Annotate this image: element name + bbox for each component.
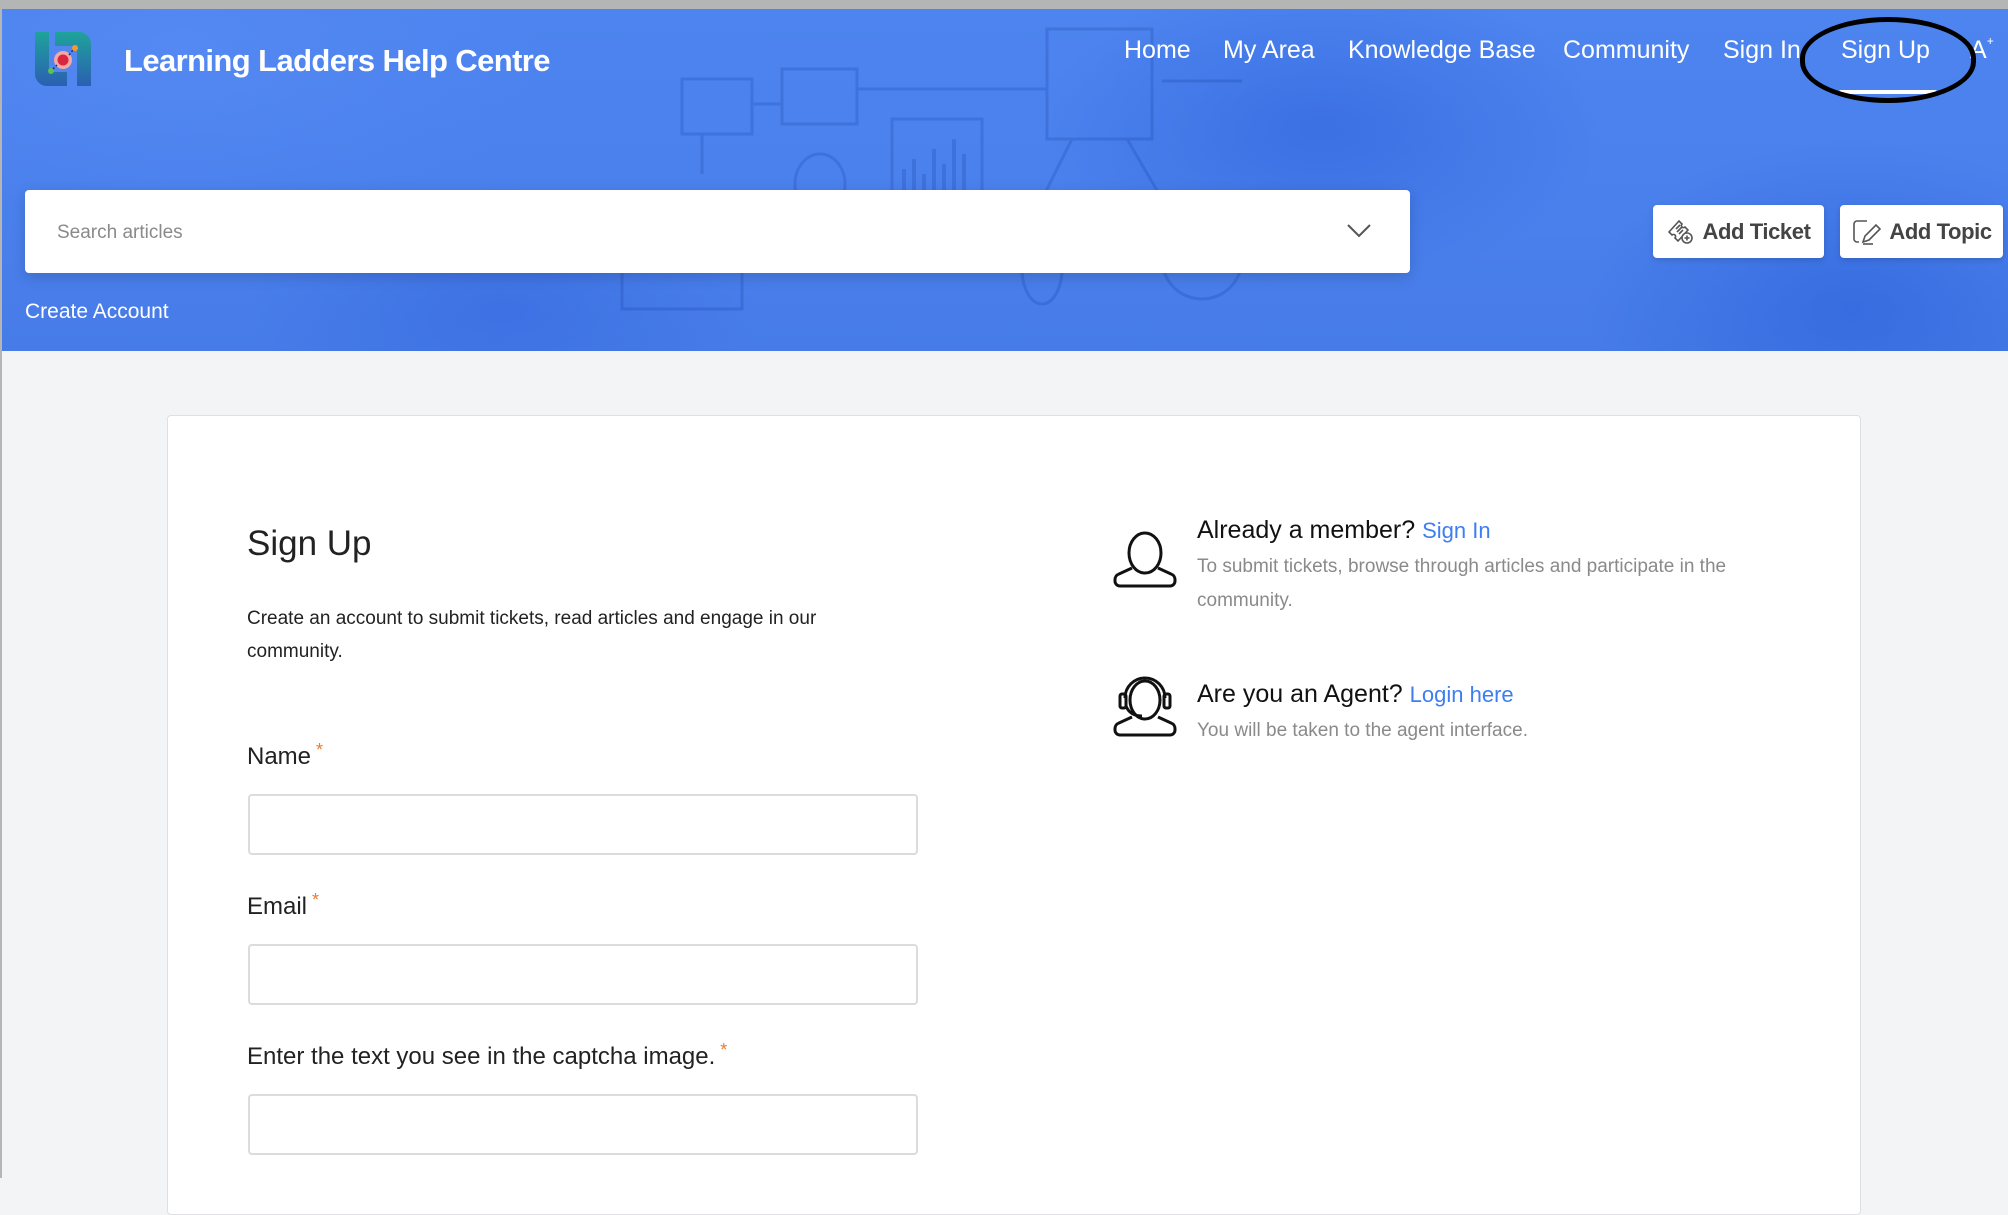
required-marker: * <box>720 1040 728 1060</box>
window-top-bar <box>0 0 2008 9</box>
sign-in-link[interactable]: Sign In <box>1422 518 1491 543</box>
captcha-label-text: Enter the text you see in the captcha im… <box>247 1043 716 1070</box>
add-ticket-button[interactable]: Add Ticket <box>1653 205 1824 258</box>
breadcrumb-create-account: Create Account <box>25 300 169 323</box>
font-size-icon-letter: A <box>1970 36 1987 64</box>
member-heading: Already a member? Sign In <box>1197 516 1491 545</box>
add-topic-label: Add Topic <box>1889 218 1992 244</box>
email-label-text: Email <box>247 893 308 920</box>
captcha-label: Enter the text you see in the captcha im… <box>247 1040 728 1071</box>
required-marker: * <box>316 740 324 760</box>
required-marker: * <box>312 890 320 910</box>
nav-sign-in[interactable]: Sign In <box>1723 36 1805 65</box>
nav-home[interactable]: Home <box>1124 36 1191 65</box>
font-size-toggle[interactable]: A+ <box>1970 33 1994 65</box>
nav-community[interactable]: Community <box>1563 36 1689 65</box>
window-left-border <box>0 0 2 1178</box>
nav-my-area[interactable]: My Area <box>1223 36 1315 65</box>
name-label-text: Name <box>247 743 312 770</box>
font-size-icon-plus: + <box>1986 33 1994 48</box>
agent-login-link[interactable]: Login here <box>1410 682 1514 707</box>
main-nav: Home My Area Knowledge Base Community Si… <box>0 36 2008 76</box>
nav-active-underline <box>1839 90 1937 94</box>
captcha-field[interactable] <box>248 1094 918 1155</box>
ticket-add-icon <box>1668 219 1694 244</box>
nav-sign-up[interactable]: Sign Up <box>1841 36 1930 65</box>
agent-heading: Are you an Agent? Login here <box>1197 680 1514 709</box>
page-title: Sign Up <box>247 524 372 563</box>
nav-knowledge-base[interactable]: Knowledge Base <box>1348 36 1536 65</box>
user-icon <box>1113 531 1177 588</box>
chevron-down-icon[interactable] <box>1345 220 1373 242</box>
email-field[interactable] <box>248 944 918 1005</box>
signup-description: Create an account to submit tickets, rea… <box>247 608 817 662</box>
add-topic-button[interactable]: Add Topic <box>1840 205 2003 258</box>
add-ticket-label: Add Ticket <box>1702 218 1811 244</box>
agent-heading-text: Are you an Agent? <box>1197 680 1403 708</box>
agent-description: You will be taken to the agent interface… <box>1197 720 1528 741</box>
search-box <box>25 190 1410 275</box>
search-input[interactable] <box>55 190 1309 275</box>
name-label: Name * <box>247 740 324 771</box>
email-label: Email * <box>247 890 320 921</box>
member-heading-text: Already a member? <box>1197 516 1416 544</box>
agent-headset-icon <box>1113 676 1177 737</box>
member-description: To submit tickets, browse through articl… <box>1197 556 1727 611</box>
name-field[interactable] <box>248 794 918 855</box>
edit-topic-icon <box>1853 219 1882 245</box>
